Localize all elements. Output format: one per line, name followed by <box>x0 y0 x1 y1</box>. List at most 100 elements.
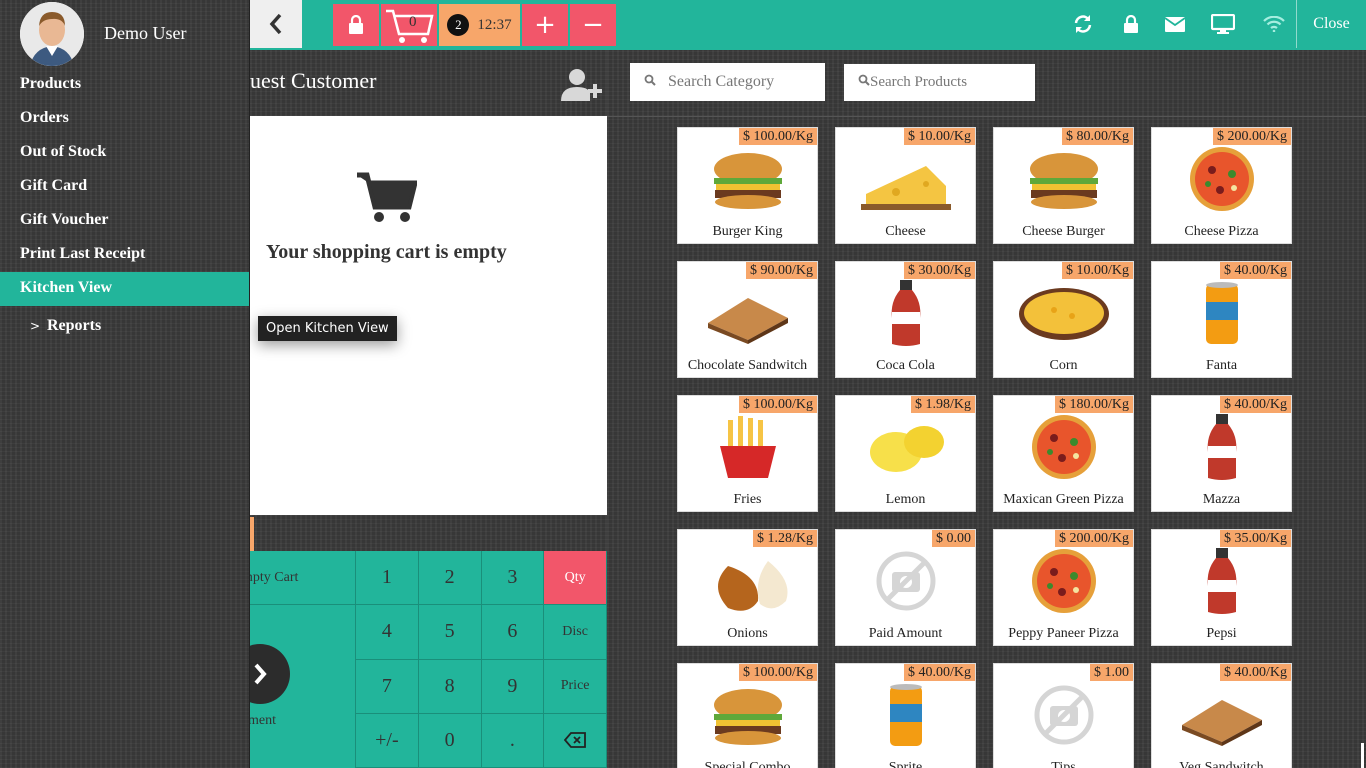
sidebar-item-orders[interactable]: Orders <box>0 102 249 136</box>
product-card[interactable]: $ 100.00/Kg Burger King <box>677 127 818 244</box>
order-time-button[interactable]: 2 12:37 <box>439 4 520 46</box>
refresh-icon <box>1074 15 1092 33</box>
product-price: $ 35.00/Kg <box>1220 530 1291 547</box>
product-card[interactable]: $ 90.00/Kg Chocolate Sandwitch <box>677 261 818 378</box>
search-products-placeholder: Search Products <box>870 74 968 90</box>
chevron-right-icon: > <box>30 319 41 333</box>
numpad-key-8[interactable]: 8 <box>418 659 482 714</box>
product-card[interactable]: $ 100.00/Kg Special Combo <box>677 663 818 768</box>
product-card[interactable]: $ 180.00/Kg Maxican Green Pizza <box>993 395 1134 512</box>
sidebar-item-kitchen-view[interactable]: Kitchen View <box>0 272 249 306</box>
sidebar-item-reports[interactable]: > Reports <box>0 306 249 344</box>
messages-button[interactable] <box>1153 0 1197 48</box>
product-image <box>1172 680 1272 750</box>
avatar[interactable] <box>20 2 84 66</box>
numpad-key-7[interactable]: 7 <box>356 659 419 714</box>
product-image <box>1014 680 1114 750</box>
numpad-key-0[interactable]: 0 <box>418 713 482 768</box>
product-card[interactable]: $ 0.00 Paid Amount <box>835 529 976 646</box>
numpad-backspace[interactable] <box>544 713 607 768</box>
sidebar-item-gift-card[interactable]: Gift Card <box>0 170 249 204</box>
wifi-status <box>1252 0 1296 48</box>
product-image <box>1014 546 1114 616</box>
product-image <box>1172 278 1272 348</box>
product-image <box>1014 412 1114 482</box>
numpad-keys: 1 2 3 Qty 4 5 6 Disc 7 8 9 Price +/- 0 . <box>356 551 607 768</box>
numpad-key-1[interactable]: 1 <box>356 551 419 606</box>
product-name: Cheese Burger <box>1022 224 1105 239</box>
customer-display-button[interactable] <box>1201 0 1245 48</box>
refresh-button[interactable] <box>1061 0 1105 48</box>
product-price: $ 100.00/Kg <box>739 664 817 681</box>
product-card[interactable]: $ 1.28/Kg Onions <box>677 529 818 646</box>
product-card[interactable]: $ 35.00/Kg Pepsi <box>1151 529 1292 646</box>
numpad-actions: mpty Cart yment <box>250 551 356 768</box>
numpad-key-3[interactable]: 3 <box>481 551 545 606</box>
add-order-button[interactable]: + <box>522 4 568 46</box>
product-image <box>698 546 798 616</box>
product-card[interactable]: $ 40.00/Kg Sprite <box>835 663 976 768</box>
numpad-price-mode[interactable]: Price <box>544 659 607 714</box>
sidebar-item-out-of-stock[interactable]: Out of Stock <box>0 136 249 170</box>
lock-order-button[interactable] <box>333 4 379 46</box>
search-category-input[interactable]: Search Category <box>630 63 825 101</box>
product-image <box>856 144 956 214</box>
empty-cart-label: mpty Cart <box>250 569 299 585</box>
chevron-right-icon <box>254 663 267 685</box>
product-card[interactable]: $ 200.00/Kg Cheese Pizza <box>1151 127 1292 244</box>
numpad-key-5[interactable]: 5 <box>418 605 482 660</box>
numpad-key-sign[interactable]: +/- <box>356 713 419 768</box>
numpad-key-9[interactable]: 9 <box>481 659 545 714</box>
product-name: Lemon <box>885 492 926 507</box>
numpad-key-6[interactable]: 6 <box>481 605 545 660</box>
scrollbar[interactable] <box>1361 743 1364 768</box>
product-price: $ 1.28/Kg <box>753 530 817 547</box>
search-category-placeholder: Search Category <box>668 73 775 90</box>
sidebar-item-print-last-receipt[interactable]: Print Last Receipt <box>0 238 249 272</box>
product-name: Coca Cola <box>876 358 935 373</box>
add-customer-button[interactable] <box>559 67 603 103</box>
sidebar-item-products[interactable]: Products <box>0 68 249 102</box>
product-image <box>856 680 956 750</box>
close-button[interactable]: Close <box>1296 0 1366 48</box>
product-image <box>698 278 798 348</box>
numpad-key-4[interactable]: 4 <box>356 605 419 660</box>
product-card[interactable]: $ 40.00/Kg Veg Sandwitch <box>1151 663 1292 768</box>
product-card[interactable]: $ 80.00/Kg Cheese Burger <box>993 127 1134 244</box>
product-card[interactable]: $ 100.00/Kg Fries <box>677 395 818 512</box>
product-price: $ 40.00/Kg <box>1220 664 1291 681</box>
product-card[interactable]: $ 1.98/Kg Lemon <box>835 395 976 512</box>
lock-icon <box>1124 14 1138 33</box>
order-time: 12:37 <box>477 16 512 33</box>
customer-name[interactable]: uest Customer <box>250 68 377 94</box>
empty-cart-message: Your shopping cart is empty <box>266 241 507 263</box>
product-name: Peppy Paneer Pizza <box>1008 626 1119 641</box>
sidebar-item-gift-voucher[interactable]: Gift Voucher <box>0 204 249 238</box>
search-icon <box>858 74 870 91</box>
empty-cart-button[interactable]: mpty Cart <box>250 551 356 605</box>
cart-button[interactable]: 0 <box>381 4 437 46</box>
numpad-key-dot[interactable]: . <box>481 713 545 768</box>
remove-order-button[interactable]: − <box>570 4 616 46</box>
product-image <box>1014 278 1114 348</box>
product-name: Corn <box>1049 358 1078 373</box>
product-card[interactable]: $ 40.00/Kg Fanta <box>1151 261 1292 378</box>
product-price: $ 10.00/Kg <box>1062 262 1133 279</box>
numpad-key-2[interactable]: 2 <box>418 551 482 606</box>
back-button[interactable] <box>250 0 302 48</box>
product-card[interactable]: $ 30.00/Kg Coca Cola <box>835 261 976 378</box>
numpad-disc-mode[interactable]: Disc <box>544 605 607 660</box>
product-card[interactable]: $ 200.00/Kg Peppy Paneer Pizza <box>993 529 1134 646</box>
product-card[interactable]: $ 10.00/Kg Corn <box>993 261 1134 378</box>
numpad-qty-mode[interactable]: Qty <box>544 551 607 606</box>
product-card[interactable]: $ 40.00/Kg Mazza <box>1151 395 1292 512</box>
product-card[interactable]: $ 10.00/Kg Cheese <box>835 127 976 244</box>
product-card[interactable]: $ 1.00 Tips <box>993 663 1134 768</box>
payment-button[interactable] <box>250 644 290 704</box>
payment-label: yment <box>250 713 276 728</box>
product-name: Fries <box>733 492 762 507</box>
lock-screen-button[interactable] <box>1109 0 1153 48</box>
product-image <box>698 680 798 750</box>
product-image <box>856 546 956 616</box>
search-products-input[interactable]: Search Products <box>844 64 1035 101</box>
